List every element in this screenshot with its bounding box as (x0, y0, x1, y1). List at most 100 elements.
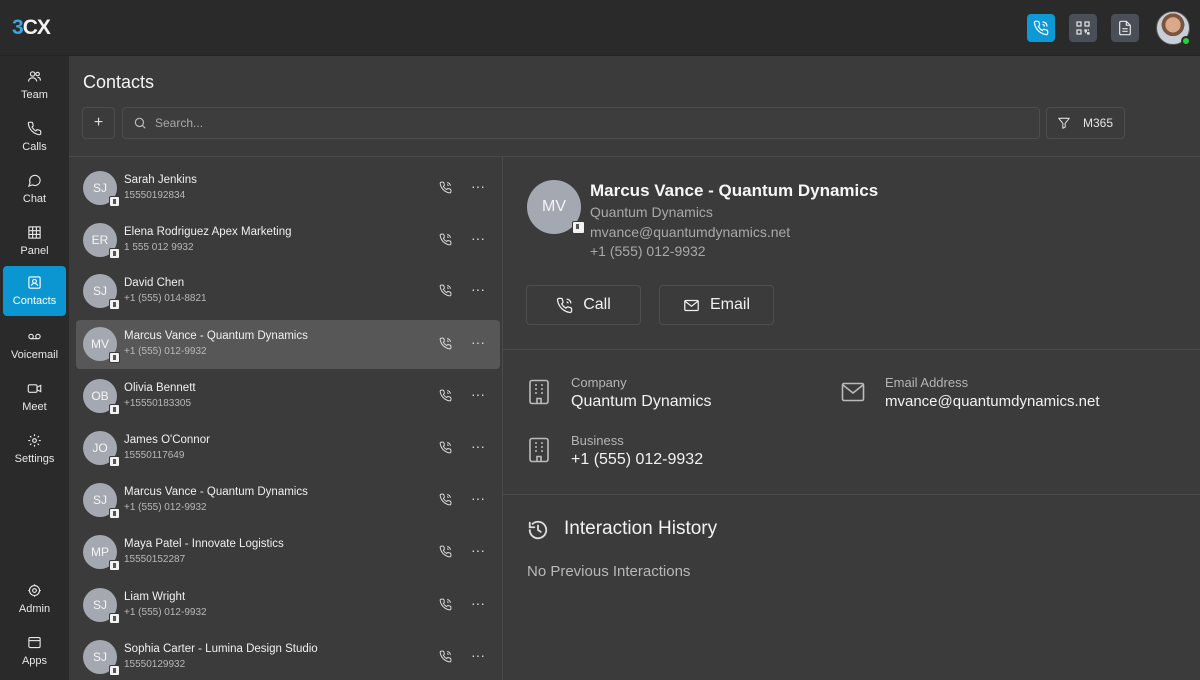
contact-row[interactable]: ER Elena Rodriguez Apex Marketing 1 555 … (76, 216, 500, 265)
call-contact-icon[interactable] (439, 337, 452, 350)
contact-phone: +1 (555) 012-9932 (124, 346, 207, 357)
contact-row[interactable]: OB Olivia Bennett +15550183305 ··· (76, 372, 500, 421)
contact-row-selected[interactable]: MV Marcus Vance - Quantum Dynamics +1 (5… (76, 320, 500, 369)
contact-phone: +1 (555) 012-9932 (124, 607, 207, 618)
business-phone-value[interactable]: +1 (555) 012-9932 (571, 451, 703, 469)
sidebar-item-admin[interactable]: Admin (3, 574, 66, 624)
call-contact-icon[interactable] (439, 389, 452, 402)
contact-row[interactable]: JO James O'Connor 15550117649 ··· (76, 424, 500, 473)
contact-phone: +1 (555) 014-8821 (124, 293, 207, 304)
more-options-icon[interactable]: ··· (471, 647, 485, 663)
contact-row[interactable]: SJ Liam Wright +1 (555) 012-9932 ··· (76, 581, 500, 630)
phone-icon (556, 297, 573, 314)
sidebar-item-label: Contacts (12, 295, 57, 307)
sidebar-item-label: Settings (14, 453, 55, 465)
contact-name: Sophia Carter - Lumina Design Studio (124, 643, 318, 655)
more-options-icon[interactable]: ··· (471, 490, 485, 506)
more-options-icon[interactable]: ··· (471, 438, 485, 454)
history-divider (503, 494, 1200, 495)
office-icon (572, 221, 585, 234)
sidebar-item-label: Panel (20, 245, 49, 257)
no-interactions-message: No Previous Interactions (527, 563, 691, 580)
qr-code-icon (1075, 20, 1091, 36)
call-contact-icon[interactable] (439, 545, 452, 558)
phone-icon (1033, 20, 1049, 36)
contact-name: Elena Rodriguez Apex Marketing (124, 226, 292, 238)
sidebar-item-voicemail[interactable]: Voicemail (3, 320, 66, 370)
call-button-label: Call (583, 296, 611, 313)
sidebar-item-team[interactable]: Team (3, 60, 66, 110)
detail-company: Quantum Dynamics (590, 204, 713, 220)
sidebar-item-apps[interactable]: Apps (3, 626, 66, 676)
company-label: Company (571, 375, 627, 390)
detail-avatar: MV (527, 180, 585, 234)
office-icon (109, 299, 120, 310)
call-contact-icon[interactable] (439, 493, 452, 506)
dialer-button[interactable] (1027, 14, 1055, 42)
sidebar-item-settings[interactable]: Settings (3, 424, 66, 474)
sidebar-nav: Team Calls Chat Panel Contacts Voicemail… (0, 56, 69, 680)
contact-name: Marcus Vance - Quantum Dynamics (124, 330, 308, 342)
office-icon (109, 404, 120, 415)
sidebar-item-label: Chat (22, 193, 47, 205)
gear-icon (27, 433, 42, 448)
sidebar-item-meet[interactable]: Meet (3, 372, 66, 422)
sidebar-item-contacts[interactable]: Contacts (3, 266, 66, 316)
contact-row[interactable]: SJ David Chen +1 (555) 014-8821 ··· (76, 267, 500, 316)
mail-icon (683, 297, 700, 314)
mail-icon (841, 381, 865, 403)
contact-row[interactable]: MP Maya Patel - Innovate Logistics 15550… (76, 528, 500, 577)
more-options-icon[interactable]: ··· (471, 281, 485, 297)
app-logo: 3CX (12, 16, 51, 39)
detail-name: Marcus Vance - Quantum Dynamics (590, 181, 879, 200)
contact-list: SJ Sarah Jenkins 15550192834 ··· ER Elen… (69, 157, 502, 680)
contact-row[interactable]: SJ Sarah Jenkins 15550192834 ··· (76, 164, 500, 213)
contact-row[interactable]: SJ Sophia Carter - Lumina Design Studio … (76, 633, 500, 680)
avatar: OB (83, 379, 120, 415)
qr-code-button[interactable] (1069, 14, 1097, 42)
user-avatar[interactable] (1156, 11, 1191, 46)
office-icon (109, 560, 120, 571)
contact-name: Olivia Bennett (124, 382, 196, 394)
contact-card-icon (27, 275, 42, 290)
filter-icon (1057, 116, 1071, 130)
filter-label: M365 (1083, 116, 1114, 130)
more-options-icon[interactable]: ··· (471, 386, 485, 402)
call-contact-icon[interactable] (439, 441, 452, 454)
search-icon (133, 116, 147, 130)
more-options-icon[interactable]: ··· (471, 334, 485, 350)
office-icon (109, 508, 120, 519)
sidebar-item-calls[interactable]: Calls (3, 112, 66, 162)
admin-gear-icon (27, 583, 42, 598)
contact-phone: 15550192834 (124, 190, 186, 201)
call-contact-icon[interactable] (439, 650, 452, 663)
avatar: SJ (83, 483, 120, 519)
call-contact-icon[interactable] (439, 233, 452, 246)
search-input[interactable] (155, 116, 1015, 130)
avatar: SJ (83, 171, 120, 207)
contact-phone: +1 (555) 012-9932 (124, 502, 207, 513)
avatar: SJ (83, 274, 120, 310)
email-address-value[interactable]: mvance@quantumdynamics.net (885, 393, 1100, 410)
contact-name: Liam Wright (124, 591, 186, 603)
search-field[interactable] (122, 107, 1040, 139)
call-contact-icon[interactable] (439, 181, 452, 194)
email-button[interactable]: Email (659, 285, 774, 325)
m365-filter-button[interactable]: M365 (1046, 107, 1125, 139)
add-contact-button[interactable]: + (82, 107, 115, 139)
call-button[interactable]: Call (526, 285, 641, 325)
more-options-icon[interactable]: ··· (471, 595, 485, 611)
office-icon (109, 248, 120, 259)
notes-button[interactable] (1111, 14, 1139, 42)
contact-row[interactable]: SJ Marcus Vance - Quantum Dynamics +1 (5… (76, 476, 500, 525)
more-options-icon[interactable]: ··· (471, 542, 485, 558)
sidebar-item-chat[interactable]: Chat (3, 164, 66, 214)
call-contact-icon[interactable] (439, 284, 452, 297)
sidebar-item-label: Meet (22, 401, 47, 413)
more-options-icon[interactable]: ··· (471, 230, 485, 246)
sidebar-item-panel[interactable]: Panel (3, 216, 66, 266)
panel-divider (502, 157, 503, 680)
more-options-icon[interactable]: ··· (471, 178, 485, 194)
contact-phone: 1 555 012 9932 (124, 242, 194, 253)
call-contact-icon[interactable] (439, 598, 452, 611)
